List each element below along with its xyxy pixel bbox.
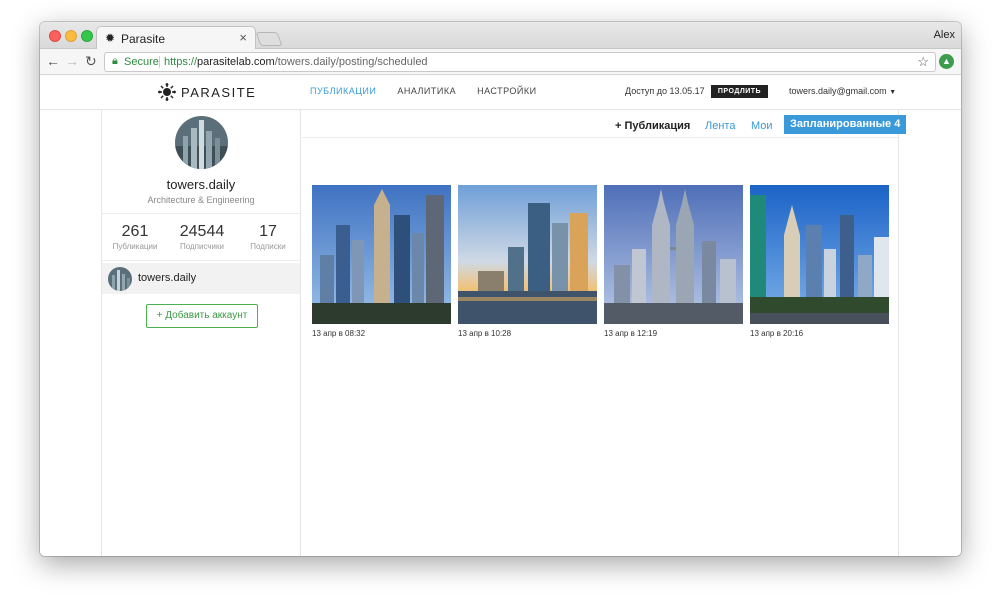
parasite-logo-icon — [158, 83, 176, 101]
account-email: towers.daily@gmail.com — [789, 86, 887, 96]
post-card[interactable]: 13 апр в 08:32 — [312, 185, 451, 338]
stat-label: Подписчики — [179, 242, 224, 251]
post-card[interactable]: 13 апр в 10:28 — [458, 185, 597, 338]
forward-arrow-icon[interactable]: → — [65, 53, 79, 69]
nav-publications[interactable]: ПУБЛИКАЦИИ — [310, 86, 376, 96]
stat-value: 24544 — [179, 223, 225, 240]
back-arrow-icon[interactable]: ← — [46, 53, 60, 69]
title-bar: ✹ Parasite × Alex — [40, 22, 961, 50]
post-date: 13 апр в 20:16 — [750, 329, 804, 338]
account-name: towers.daily — [138, 272, 197, 284]
post-date: 13 апр в 10:28 — [458, 329, 512, 338]
post-image[interactable] — [604, 185, 743, 324]
extension-icon[interactable]: ▲ — [939, 54, 954, 69]
zoom-window-button[interactable] — [81, 30, 93, 42]
account-menu[interactable]: towers.daily@gmail.com ▼ — [789, 86, 896, 96]
post-card[interactable]: 13 апр в 20:16 — [750, 185, 889, 338]
stat-following: 17 Подписки — [235, 223, 301, 251]
main-nav: ПУБЛИКАЦИИ АНАЛИТИКА НАСТРОЙКИ — [310, 86, 537, 96]
post-date: 13 апр в 08:32 — [312, 329, 366, 338]
stat-label: Публикации — [112, 242, 158, 251]
post-card[interactable]: 13 апр в 12:19 — [604, 185, 743, 338]
new-tab-button[interactable] — [255, 32, 283, 46]
url-scheme: https:// — [164, 56, 198, 68]
secure-label: Secure — [124, 56, 159, 68]
nav-settings[interactable]: НАСТРОЙКИ — [477, 86, 537, 96]
posts-subnav: + Публикация Лента Мои Запланированные 4 — [302, 110, 907, 138]
logo-text: PARASITE — [181, 84, 257, 100]
minimize-window-button[interactable] — [65, 30, 77, 42]
avatar — [175, 116, 228, 169]
site-header: PARASITE ПУБЛИКАЦИИ АНАЛИТИКА НАСТРОЙКИ … — [40, 75, 961, 110]
stat-posts: 261 Публикации — [102, 223, 168, 251]
browser-window: ✹ Parasite × Alex ← → ↻ 🔒︎ Secure https:… — [40, 22, 961, 556]
tab-feed[interactable]: Лента — [705, 120, 735, 132]
access-until-text: Доступ до 13.05.17 — [625, 86, 705, 96]
profile-stats: 261 Публикации 24544 Подписчики 17 Подпи… — [102, 213, 300, 261]
browser-toolbar: ← → ↻ 🔒︎ Secure https://parasitelab.com/… — [40, 49, 961, 75]
web-page: PARASITE ПУБЛИКАЦИИ АНАЛИТИКА НАСТРОЙКИ … — [40, 75, 961, 556]
post-date: 13 апр в 12:19 — [604, 329, 658, 338]
account-row[interactable]: towers.daily — [102, 263, 300, 294]
url-path: /towers.daily/posting/scheduled — [274, 56, 428, 68]
lock-icon: 🔒︎ — [112, 55, 118, 67]
profile-name[interactable]: Alex — [934, 29, 955, 41]
profile-username: towers.daily — [166, 177, 236, 192]
reload-icon[interactable]: ↻ — [85, 53, 97, 70]
add-account-button[interactable]: + Добавить аккаунт — [146, 304, 258, 328]
close-window-button[interactable] — [49, 30, 61, 42]
post-image[interactable] — [750, 185, 889, 324]
tab-scheduled[interactable]: Запланированные 4 — [784, 115, 907, 134]
url-text[interactable]: https://parasitelab.com/towers.daily/pos… — [164, 56, 428, 68]
profile-category: Architecture & Engineering — [147, 195, 255, 205]
browser-tab[interactable]: ✹ Parasite × — [96, 26, 256, 50]
profile-sidebar: towers.daily Architecture & Engineering … — [101, 110, 301, 556]
post-image[interactable] — [312, 185, 451, 324]
url-host: parasitelab.com — [197, 56, 275, 68]
stat-value: 17 — [259, 223, 277, 240]
stat-label: Подписки — [250, 242, 286, 251]
tab-mine[interactable]: Мои — [751, 120, 773, 132]
caret-down-icon: ▼ — [889, 89, 897, 96]
divider — [159, 56, 160, 68]
stat-value: 261 — [121, 223, 149, 240]
stat-followers: 24544 Подписчики — [169, 223, 235, 251]
avatar — [108, 267, 132, 291]
post-image[interactable] — [458, 185, 597, 324]
tab-title: Parasite — [121, 32, 166, 46]
bookmark-star-icon[interactable]: ☆ — [917, 54, 929, 70]
nav-analytics[interactable]: АНАЛИТИКА — [397, 86, 456, 96]
new-post-link[interactable]: + Публикация — [615, 120, 690, 132]
logo[interactable]: PARASITE — [158, 83, 256, 101]
address-bar[interactable]: 🔒︎ Secure https://parasitelab.com/towers… — [104, 52, 936, 72]
close-tab-icon[interactable]: × — [239, 30, 247, 45]
renew-button[interactable]: ПРОДЛИТЬ — [711, 85, 768, 98]
favicon-icon: ✹ — [105, 31, 116, 45]
